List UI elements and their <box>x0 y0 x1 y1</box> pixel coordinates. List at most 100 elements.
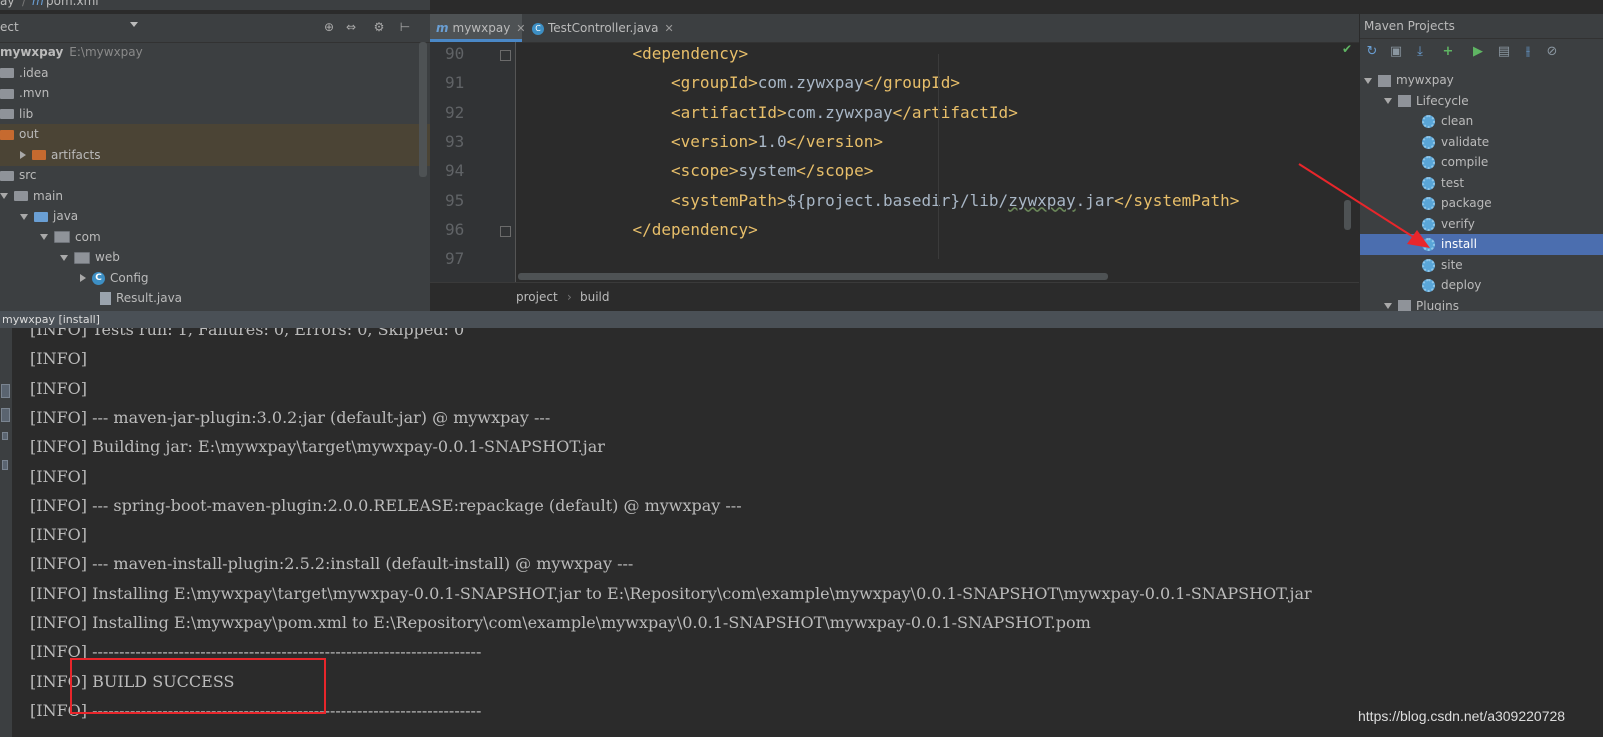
annotation-arrow <box>1298 163 1430 248</box>
folder-icon <box>54 231 70 243</box>
expand-down-icon[interactable] <box>1384 98 1392 104</box>
xml-text: 1.0 <box>757 131 787 151</box>
folder-icon <box>0 129 14 140</box>
maven-item-label: mywxpay <box>1396 73 1454 87</box>
run-tool-window-header: mywxpay [install] <box>0 311 1603 328</box>
horizontal-scrollbar[interactable] <box>518 273 1108 280</box>
tree-item[interactable]: com <box>0 227 430 248</box>
maven-goal-validate[interactable]: validate <box>1360 132 1603 153</box>
tree-item-label: mywxpay <box>0 45 64 59</box>
stop-icon[interactable] <box>1 408 10 422</box>
collapse-all-icon[interactable]: ⇔ <box>344 20 358 34</box>
maven-module-icon <box>1398 95 1411 107</box>
gear-icon <box>1422 135 1435 149</box>
gear-icon[interactable]: ⚙ <box>372 20 386 34</box>
breadcrumb-file[interactable]: pom.xml <box>46 0 99 8</box>
tree-item[interactable]: Result.java <box>0 288 430 309</box>
maven-panel-title: Maven Projects <box>1360 14 1603 39</box>
code-line: <groupId>com.zywxpay</groupId> <box>671 73 960 92</box>
breadcrumb-project-tag[interactable]: project <box>516 283 558 311</box>
tree-item-label: Result.java <box>116 291 183 305</box>
xml-tag: </scope> <box>796 161 874 181</box>
breadcrumb-separator-icon: › <box>567 290 572 304</box>
refresh-icon[interactable]: ↻ <box>1364 44 1380 60</box>
maven-item-label: compile <box>1441 155 1489 169</box>
tree-item[interactable]: .idea <box>0 63 430 84</box>
expand-down-icon[interactable] <box>40 234 48 240</box>
rerun-icon[interactable] <box>1 384 10 398</box>
folder-icon <box>14 191 28 201</box>
xml-tag: <dependency> <box>632 44 749 63</box>
tree-item[interactable]: main <box>0 186 430 207</box>
tree-item[interactable]: .mvn <box>0 83 430 104</box>
run-icon[interactable]: ▶ <box>1470 44 1486 60</box>
expand-down-icon[interactable] <box>1384 303 1392 309</box>
line-number: 96 <box>445 219 465 239</box>
maven-goal-clean[interactable]: clean <box>1360 111 1603 132</box>
console-line: [INFO] Installing E:\mywxpay\target\mywx… <box>30 583 1312 603</box>
expand-right-icon[interactable] <box>20 151 26 159</box>
skip-tests-icon[interactable]: ⊘ <box>1544 44 1560 60</box>
tab-testcontroller[interactable]: C TestController.java ✕ <box>526 14 682 42</box>
console-line: [INFO] Installing E:\mywxpay\pom.xml to … <box>30 613 1091 632</box>
line-number-gutter: 90 91 92 93 94 95 96 97 <box>430 42 516 282</box>
chevron-down-icon[interactable] <box>130 22 138 27</box>
tab-label: mywxpay <box>452 21 511 35</box>
expand-down-icon[interactable] <box>0 193 8 199</box>
expand-right-icon[interactable] <box>80 274 86 282</box>
maven-module-icon <box>1398 300 1411 311</box>
console-line: [INFO] <box>30 466 88 486</box>
close-icon[interactable]: ✕ <box>516 22 525 35</box>
maven-item-label: install <box>1441 237 1477 251</box>
maven-plugins[interactable]: Plugins <box>1360 296 1603 312</box>
tree-item[interactable]: web <box>0 247 430 268</box>
expand-down-icon[interactable] <box>20 213 28 220</box>
tree-item[interactable]: C Config <box>0 268 430 289</box>
scroll-end-icon[interactable] <box>2 460 8 470</box>
console-line: [INFO] <box>30 378 88 398</box>
generate-sources-icon[interactable]: ▣ <box>1388 44 1404 60</box>
add-icon[interactable]: + <box>1440 44 1456 60</box>
fold-marker-icon[interactable] <box>500 225 511 237</box>
expand-down-icon[interactable] <box>60 254 68 261</box>
hide-panel-icon[interactable]: ⊢ <box>398 20 412 34</box>
tree-item[interactable]: lib <box>0 104 430 125</box>
maven-item-label: test <box>1441 175 1465 190</box>
download-icon[interactable]: ⤓ <box>1412 44 1428 60</box>
tree-item[interactable]: src <box>0 165 430 186</box>
maven-goal-deploy[interactable]: deploy <box>1360 275 1603 296</box>
maven-lifecycle[interactable]: Lifecycle <box>1360 91 1603 112</box>
editor-breadcrumb: project › build <box>430 282 1359 311</box>
tab-mywxpay[interactable]: m mywxpay ✕ <box>430 14 526 42</box>
breadcrumb-build-tag[interactable]: build <box>580 283 610 311</box>
expand-down-icon[interactable] <box>1364 77 1372 84</box>
code-line: <artifactId>com.zywxpay</artifactId> <box>671 103 1018 122</box>
fold-marker-icon[interactable] <box>500 50 511 61</box>
class-icon: C <box>92 271 105 285</box>
maven-root[interactable]: mywxpay <box>1360 70 1603 91</box>
indent-guide <box>938 54 939 259</box>
tree-item[interactable]: artifacts <box>0 144 430 166</box>
console-line: [INFO] Building jar: E:\mywxpay\target\m… <box>30 437 605 457</box>
tree-item[interactable]: mywxpay E:\mywxpay <box>0 42 430 63</box>
breadcrumb-project[interactable]: ay <box>0 0 14 8</box>
xml-tag: </artifactId> <box>892 102 1018 122</box>
project-view-selector[interactable]: ect <box>0 20 19 34</box>
close-icon[interactable]: ✕ <box>665 22 674 35</box>
tree-item[interactable]: java <box>0 206 430 227</box>
maven-file-icon: m <box>436 21 449 35</box>
line-number: 92 <box>445 102 465 122</box>
execute-goal-icon[interactable]: ▤ <box>1496 44 1512 60</box>
code-line: </dependency> <box>633 220 758 239</box>
toggle-offline-icon[interactable]: ⫲ <box>1520 44 1536 60</box>
folder-icon <box>0 68 14 78</box>
tree-item-label: Config <box>110 270 149 285</box>
project-scrollbar[interactable] <box>419 42 427 177</box>
tree-item[interactable]: out <box>0 124 430 145</box>
folder-icon <box>34 211 48 222</box>
gear-icon <box>1422 258 1435 272</box>
maven-item-label: Plugins <box>1416 298 1459 312</box>
locate-icon[interactable]: ⊕ <box>322 20 336 34</box>
pin-icon[interactable] <box>2 432 8 440</box>
maven-item-label: validate <box>1441 134 1490 149</box>
